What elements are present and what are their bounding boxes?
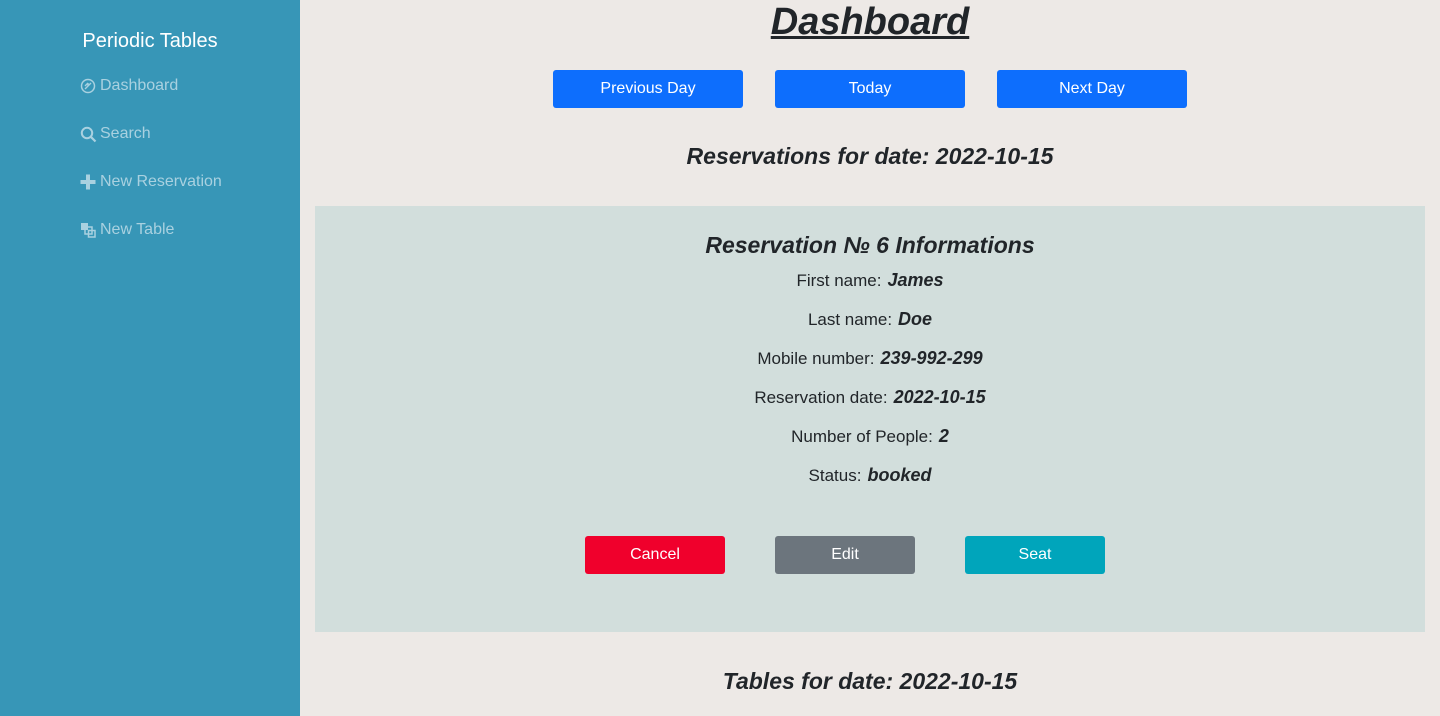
tables-heading: Tables for date: 2022-10-15: [722, 668, 1018, 694]
field-value: James: [887, 270, 944, 290]
page-title: Dashboard: [770, 1, 970, 43]
field-status: Status: booked: [315, 465, 1425, 486]
layers-icon: [79, 221, 97, 239]
sidebar-item-label: New Table: [100, 221, 175, 238]
today-button[interactable]: Today: [775, 70, 965, 108]
field-label: Number of People:: [791, 427, 933, 446]
reservation-card-title: Reservation № 6 Informations: [705, 232, 1035, 258]
main-content: Dashboard Previous Day Today Next Day Re…: [300, 0, 1440, 716]
field-reservation-date: Reservation date: 2022-10-15: [315, 387, 1425, 408]
plus-icon: [79, 173, 97, 191]
field-label: First name:: [796, 271, 882, 290]
sidebar-item-new-table[interactable]: New Table: [79, 218, 174, 242]
field-label: Reservation date:: [754, 388, 888, 407]
field-value: 239-992-299: [880, 348, 983, 368]
seat-button[interactable]: Seat: [965, 536, 1105, 574]
field-label: Status:: [808, 466, 862, 485]
reservation-card: Reservation № 6 Informations First name:…: [315, 206, 1425, 632]
sidebar-item-dashboard[interactable]: Dashboard: [79, 74, 178, 98]
field-label: Mobile number:: [757, 349, 875, 368]
field-label: Last name:: [807, 310, 893, 329]
sidebar-item-new-reservation[interactable]: New Reservation: [79, 170, 222, 194]
sidebar: Periodic Tables Dashboard Search New Res…: [0, 0, 300, 716]
field-mobile-number: Mobile number: 239-992-299: [315, 348, 1425, 369]
field-first-name: First name: James: [315, 270, 1425, 291]
field-value: 2: [938, 426, 949, 446]
sidebar-item-label: Search: [100, 125, 151, 142]
next-day-button[interactable]: Next Day: [997, 70, 1187, 108]
edit-button[interactable]: Edit: [775, 536, 915, 574]
sidebar-item-label: New Reservation: [100, 173, 222, 190]
sidebar-item-label: Dashboard: [100, 77, 179, 94]
field-number-of-people: Number of People: 2: [315, 426, 1425, 447]
brand-title[interactable]: Periodic Tables: [0, 30, 300, 53]
dashboard-icon: [79, 77, 97, 95]
reservations-heading: Reservations for date: 2022-10-15: [686, 143, 1054, 169]
search-icon: [79, 125, 97, 143]
field-last-name: Last name: Doe: [315, 309, 1425, 330]
cancel-button[interactable]: Cancel: [585, 536, 725, 574]
field-value: booked: [867, 465, 932, 485]
field-value: 2022-10-15: [893, 387, 986, 407]
sidebar-item-search[interactable]: Search: [79, 122, 151, 146]
field-value: Doe: [898, 309, 933, 329]
previous-day-button[interactable]: Previous Day: [553, 70, 743, 108]
